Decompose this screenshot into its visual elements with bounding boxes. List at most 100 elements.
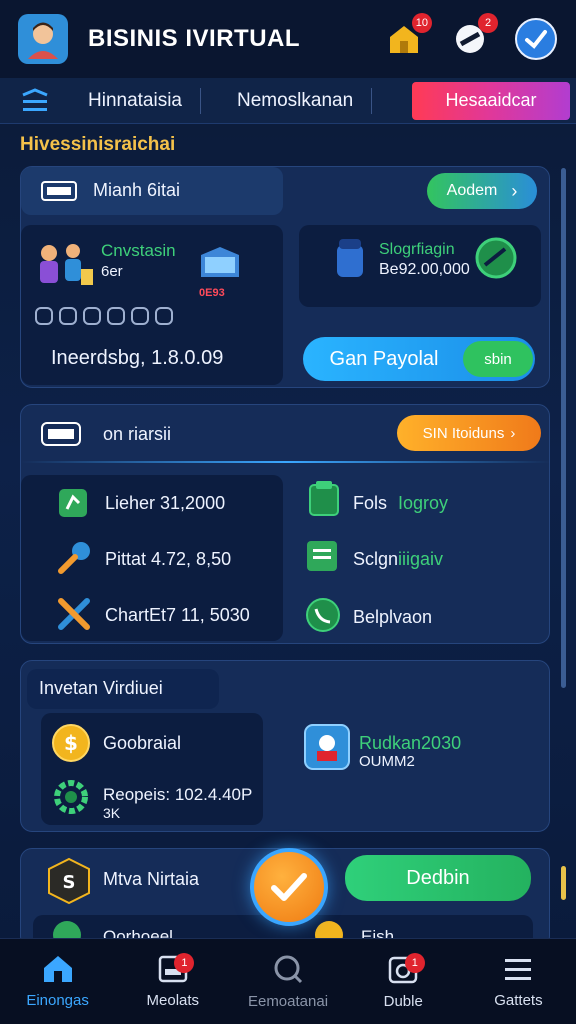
nav-explore[interactable]: Eemoatanai xyxy=(230,939,345,1024)
nav-home-label: Einongas xyxy=(26,992,89,1009)
search-icon xyxy=(274,955,303,984)
chevron-right-icon: › xyxy=(510,424,516,442)
section-heading: Hivessinisraichai xyxy=(20,134,176,155)
chevron-right-icon: › xyxy=(511,180,518,201)
invest-item-1: Goobraial xyxy=(103,733,182,753)
left-tile-footer: Ineerdsbg, 1.8.0.09 xyxy=(51,347,224,369)
home-notification-button[interactable]: 10 xyxy=(382,13,432,61)
pay-button-label: Gan Payolal xyxy=(329,347,439,370)
grid-icon[interactable] xyxy=(107,307,125,325)
dollar-icon: $ xyxy=(52,724,90,762)
nav-messages[interactable]: 1 Meolats xyxy=(115,939,230,1024)
card-stats-action-button[interactable]: SIN Itoiduns › xyxy=(397,415,541,451)
top-bar: BISINIS IVIRTUAL 10 2 xyxy=(0,0,576,78)
check-icon xyxy=(515,18,557,60)
check-icon xyxy=(271,873,307,901)
globe-icon xyxy=(475,237,517,279)
link-2-label[interactable]: Sclgniiigaiv xyxy=(353,549,443,570)
card-main-title: Mianh 6itai xyxy=(93,180,181,200)
key-icon xyxy=(58,542,90,574)
nav-home[interactable]: Einongas xyxy=(0,939,115,1024)
app-title: BISINIS IVIRTUAL xyxy=(88,25,301,52)
tab-active[interactable]: Hesaaidcar xyxy=(412,81,570,120)
card-stats: on riarsii SIN Itoiduns › Lieher 31,2000… xyxy=(20,404,551,644)
grid-icon[interactable] xyxy=(59,307,77,325)
menu-icon xyxy=(22,87,48,111)
nav-double-label: Duble xyxy=(383,993,423,1010)
nav-explore-label: Eemoatanai xyxy=(247,993,329,1010)
tab-bar: Hinnataisia Nemoslkanan Hesaaidcar xyxy=(0,78,576,124)
shield-icon: S xyxy=(48,857,90,905)
wallet-icon xyxy=(41,181,77,201)
link-1-label[interactable]: Fols Iogroy xyxy=(353,493,448,514)
nav-settings[interactable]: Gattets xyxy=(461,939,576,1024)
invest-list: $ Goobraial Reopeis: 102.4.40P 3K xyxy=(41,713,263,825)
grid-icon[interactable] xyxy=(35,307,53,325)
link-3-label[interactable]: Belplvaon xyxy=(353,607,432,628)
menu-button[interactable] xyxy=(0,87,70,114)
stat-2: Pittat 4.72, 8,50 xyxy=(105,549,232,569)
left-tile-subtitle: 6er xyxy=(101,263,123,280)
confirm-fab-button[interactable] xyxy=(250,848,328,926)
clipboard-icon xyxy=(309,481,339,516)
invest-item-2-sub: 3K xyxy=(103,805,121,821)
toolbar-icons xyxy=(35,307,173,325)
pay-chip[interactable]: sbin xyxy=(463,341,533,377)
people-icon xyxy=(40,244,93,285)
tab-1[interactable]: Hinnataisia xyxy=(70,90,200,112)
left-tile-title: Cnvstasin xyxy=(101,241,176,260)
app-tile-icon xyxy=(304,724,350,770)
card-virtual-title: Mtva Nirtaia xyxy=(103,869,200,889)
nav-settings-label: Gattets xyxy=(494,992,543,1009)
grid-icon[interactable] xyxy=(131,307,149,325)
grid-icon[interactable] xyxy=(155,307,173,325)
card-main-action-button[interactable]: Aodem › xyxy=(427,173,537,209)
nav-double[interactable]: 1 Duble xyxy=(346,939,461,1024)
home-icon xyxy=(43,956,72,982)
coin-notification-button[interactable]: 2 xyxy=(448,13,498,61)
avatar-logo[interactable] xyxy=(18,14,68,64)
left-tile[interactable]: Cnvstasin 6er 0E93 Ineerdsbg, 1.8.0.09 xyxy=(21,225,283,385)
document-icon xyxy=(307,541,337,571)
home-badge: 10 xyxy=(411,13,432,33)
nav-messages-badge: 1 xyxy=(174,953,195,973)
link-1-label-a: Fols xyxy=(353,493,388,513)
verified-button[interactable] xyxy=(514,17,558,61)
nav-double-badge: 1 xyxy=(404,953,425,973)
card-main: Mianh 6itai Aodem › Cnvstasin 6er 0E93 I… xyxy=(20,166,550,388)
wallet-icon xyxy=(41,422,81,446)
stats-list: Lieher 31,2000 Pittat 4.72, 8,50 ChartEt… xyxy=(21,475,283,641)
bottom-nav: Einongas 1 Meolats Eemoatanai 1 Duble Ga… xyxy=(0,938,576,1024)
svg-text:$: $ xyxy=(64,731,78,755)
chart-icon xyxy=(59,489,87,517)
tools-icon xyxy=(58,598,90,630)
right-tile[interactable]: Slogrfiagin Be92.00,000 xyxy=(299,225,541,307)
card-invest-title: Invetan Virdiuei xyxy=(39,678,163,698)
tab-2[interactable]: Nemoslkanan xyxy=(201,90,371,112)
avatar-icon xyxy=(28,22,58,59)
glow-divider xyxy=(21,461,551,463)
scrollbar-thumb[interactable] xyxy=(561,866,566,900)
stat-3: ChartEt7 11, 5030 xyxy=(105,605,250,625)
card-stats-action-label: SIN Itoiduns xyxy=(422,424,505,442)
svg-text:S: S xyxy=(63,872,76,893)
right-tile-title: Slogrfiagin xyxy=(379,241,455,258)
gear-icon xyxy=(54,780,88,814)
link-2-label-a: Sclgn xyxy=(353,549,399,569)
invest-right-title: Rudkan2030 xyxy=(359,733,462,753)
stat-1: Lieher 31,2000 xyxy=(105,493,226,513)
phone-icon xyxy=(306,598,340,632)
grid-icon[interactable] xyxy=(83,307,101,325)
sliders-icon xyxy=(505,959,532,980)
link-2-label-b: iiigaiv xyxy=(398,549,444,569)
building-icon xyxy=(201,247,239,277)
invest-item-2: Reopeis: 102.4.40P xyxy=(103,785,253,804)
invest-right-sub: OUMM2 xyxy=(359,753,415,770)
card-virtual-button[interactable]: Dedbin xyxy=(345,855,531,901)
link-1-label-b: Iogroy xyxy=(398,493,449,513)
right-tile-value: Be92.00,000 xyxy=(379,261,470,278)
card-stats-title: on riarsii xyxy=(103,424,172,444)
scrollbar-track[interactable] xyxy=(561,168,566,688)
nav-messages-label: Meolats xyxy=(146,992,200,1009)
tab-divider xyxy=(371,87,373,114)
